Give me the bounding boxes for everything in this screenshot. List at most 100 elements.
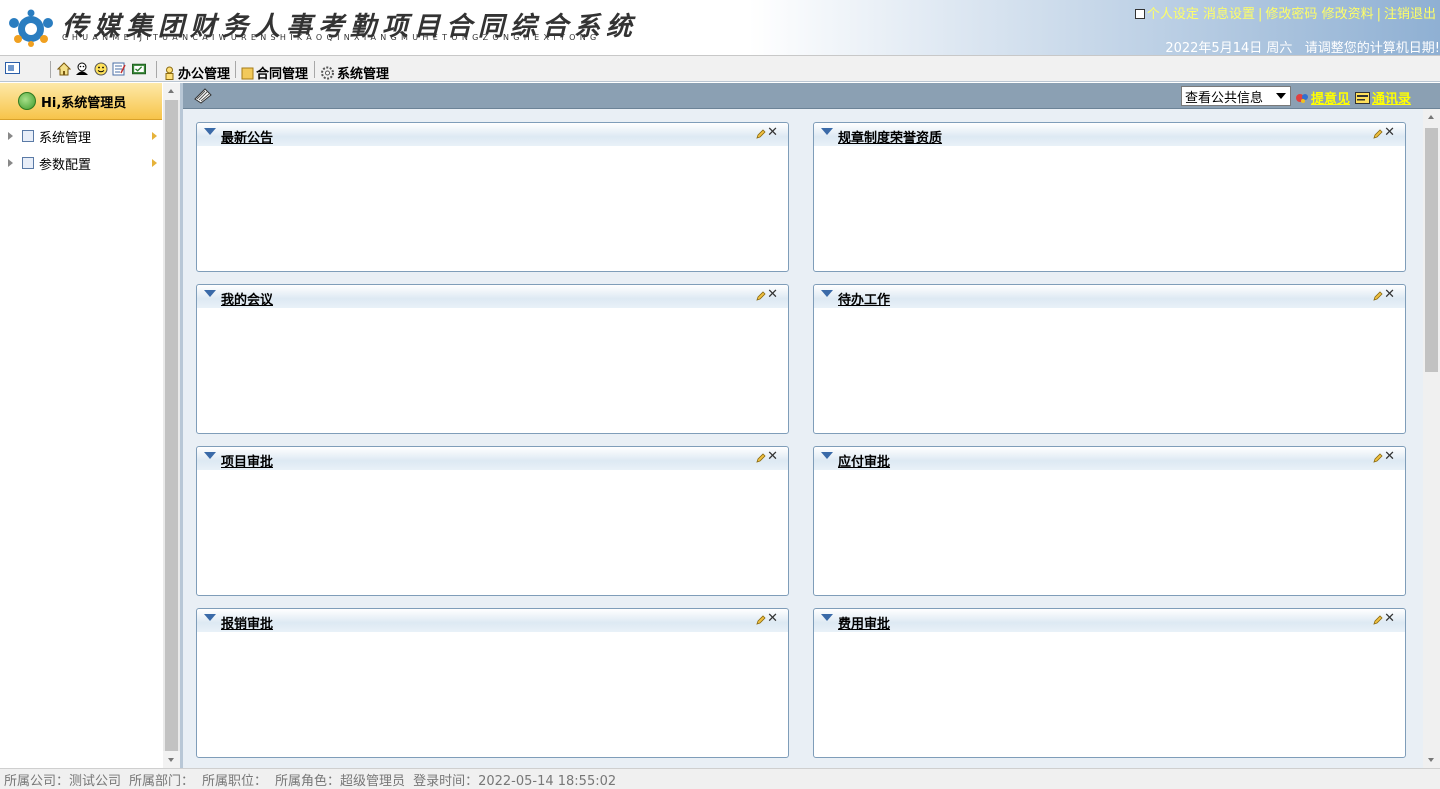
main-scrollbar[interactable] (1423, 109, 1440, 768)
collapse-triangle-icon[interactable] (821, 452, 833, 459)
collapse-triangle-icon[interactable] (204, 614, 216, 621)
scroll-thumb[interactable] (165, 100, 178, 751)
date-notice: 请调整您的计算机日期! (1304, 41, 1440, 56)
panel-latest-announcements: 最新公告 ✕ (196, 122, 789, 272)
logout-link[interactable]: 注销退出 (1384, 7, 1436, 22)
panel-title[interactable]: 待办工作 (838, 289, 890, 308)
menu-contract-management[interactable]: 合同管理 (241, 63, 308, 82)
sidebar-item-system-management[interactable]: 系统管理 (0, 125, 162, 147)
panel-project-approval: 项目审批 ✕ (196, 446, 789, 596)
panel-title[interactable]: 最新公告 (221, 127, 273, 146)
collapse-triangle-icon[interactable] (821, 128, 833, 135)
header-date-notice: 2022年5月14日 周六 请调整您的计算机日期! (1165, 37, 1440, 56)
close-icon[interactable]: ✕ (1384, 125, 1395, 140)
panel-title[interactable]: 应付审批 (838, 451, 890, 470)
notepad-icon[interactable] (112, 62, 126, 76)
select-value: 查看公共信息 (1185, 90, 1264, 106)
scroll-down-button[interactable] (163, 751, 180, 768)
edit-profile-link[interactable]: 修改资料 (1322, 7, 1374, 22)
feedback-link-label: 提意见 (1311, 92, 1351, 107)
close-icon[interactable]: ✕ (1384, 287, 1395, 302)
sidebar: Hi,系统管理员 系统管理 参数配置 (0, 83, 180, 768)
module-icon (22, 157, 34, 169)
person-icon (165, 66, 174, 80)
panel-header: 项目审批 ✕ (197, 447, 788, 470)
status-position: 所属职位： (202, 773, 268, 789)
panel-header: 待办工作 ✕ (814, 285, 1405, 308)
close-icon[interactable]: ✕ (767, 449, 778, 464)
main-content: 查看公共信息 提意见 通讯录 最新公告 ✕ 规章制度荣誉资质 ✕ 我的会议 ✕ … (183, 83, 1440, 768)
check-mail-icon[interactable] (132, 62, 146, 76)
menu-office-management[interactable]: 办公管理 (163, 63, 230, 82)
message-settings-link[interactable]: 消息设置 (1203, 7, 1255, 22)
menu-label: 系统管理 (337, 67, 390, 82)
feedback-link[interactable]: 提意见 (1295, 88, 1350, 107)
user-icon[interactable] (75, 62, 89, 76)
close-icon[interactable]: ✕ (767, 611, 778, 626)
panel-title[interactable]: 规章制度荣誉资质 (838, 127, 942, 146)
close-icon[interactable]: ✕ (1384, 449, 1395, 464)
menu-system-management[interactable]: 系统管理 (320, 63, 389, 82)
personal-settings-link[interactable]: 个人设定 (1147, 7, 1199, 22)
folder-icon (241, 67, 254, 79)
expand-arrow-icon[interactable] (8, 159, 13, 167)
status-department: 所属部门： (129, 773, 195, 789)
close-icon[interactable]: ✕ (767, 125, 778, 140)
header-links: 个人设定 消息设置 | 修改密码 修改资料 | 注销退出 (1134, 3, 1436, 22)
scroll-thumb[interactable] (1425, 128, 1438, 372)
greeting-text: Hi,系统管理员 (41, 95, 127, 111)
panel-pending-work: 待办工作 ✕ (813, 284, 1406, 434)
pencil-icon[interactable] (756, 291, 766, 301)
contacts-link-label: 通讯录 (1372, 92, 1412, 107)
panel-regulations-honors: 规章制度荣誉资质 ✕ (813, 122, 1406, 272)
feedback-icon (1296, 93, 1308, 103)
change-password-link[interactable]: 修改密码 (1265, 7, 1317, 22)
panel-header: 最新公告 ✕ (197, 123, 788, 146)
collapse-triangle-icon[interactable] (204, 452, 216, 459)
panel-title[interactable]: 报销审批 (221, 613, 273, 632)
sidebar-item-parameter-config[interactable]: 参数配置 (0, 152, 162, 174)
close-icon[interactable]: ✕ (767, 287, 778, 302)
panel-title[interactable]: 费用审批 (838, 613, 890, 632)
collapse-triangle-icon[interactable] (204, 128, 216, 135)
scroll-up-button[interactable] (163, 83, 180, 100)
settings-icon (1134, 9, 1145, 19)
close-icon[interactable]: ✕ (1384, 611, 1395, 626)
panel-header: 应付审批 ✕ (814, 447, 1405, 470)
app-header: 传媒集团财务人事考勤项目合同综合系统 CHUANMEIJITUANCAIWURE… (0, 0, 1440, 56)
refresh-icon[interactable] (18, 92, 36, 110)
pencil-icon[interactable] (1373, 615, 1383, 625)
contacts-link[interactable]: 通讯录 (1355, 88, 1411, 107)
collapse-triangle-icon[interactable] (821, 614, 833, 621)
pencil-icon[interactable] (756, 615, 766, 625)
menu-label: 办公管理 (178, 67, 231, 82)
panel-payables-approval: 应付审批 ✕ (813, 446, 1406, 596)
panel-my-meetings: 我的会议 ✕ (196, 284, 789, 434)
sidebar-scrollbar[interactable] (163, 83, 180, 768)
chevron-right-icon (152, 158, 157, 168)
pencil-icon[interactable] (1373, 453, 1383, 463)
pencil-icon[interactable] (756, 453, 766, 463)
panel-title[interactable]: 项目审批 (221, 451, 273, 470)
collapse-triangle-icon[interactable] (204, 290, 216, 297)
home-icon[interactable] (57, 62, 71, 76)
pencil-icon[interactable] (756, 129, 766, 139)
sidebar-item-label: 参数配置 (39, 157, 92, 173)
pencil-icon[interactable] (1373, 129, 1383, 139)
scroll-down-button[interactable] (1423, 751, 1440, 768)
toggle-sidebar-icon[interactable] (5, 62, 20, 74)
smiley-icon[interactable] (94, 62, 108, 76)
public-info-select[interactable]: 查看公共信息 (1181, 86, 1291, 106)
expand-arrow-icon[interactable] (8, 132, 13, 140)
status-company: 所属公司：测试公司 (4, 773, 122, 789)
panel-reimbursement-approval: 报销审批 ✕ (196, 608, 789, 758)
scroll-up-button[interactable] (1423, 109, 1440, 126)
panel-header: 报销审批 ✕ (197, 609, 788, 632)
collapse-triangle-icon[interactable] (821, 290, 833, 297)
module-icon (22, 130, 34, 142)
address-book-icon (1355, 91, 1370, 104)
panel-title[interactable]: 我的会议 (221, 289, 273, 308)
current-date: 2022年5月14日 周六 (1165, 41, 1293, 56)
status-role: 所属角色：超级管理员 (275, 773, 406, 789)
pencil-icon[interactable] (1373, 291, 1383, 301)
